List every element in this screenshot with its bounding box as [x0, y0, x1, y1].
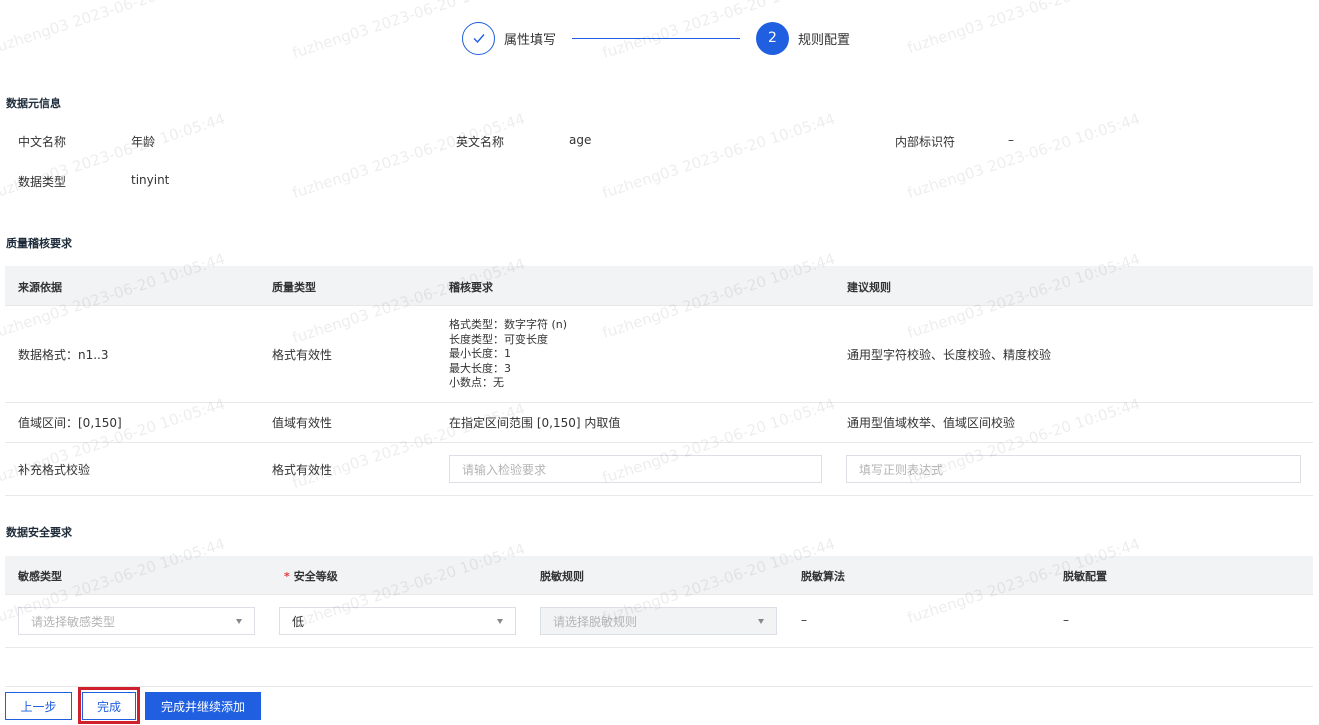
security-col-mask-algorithm: 脱敏算法	[801, 570, 845, 583]
security-col-level: * 安全等级	[284, 568, 338, 584]
watermark: fuzheng03 2023-06-20 10:05:44	[0, 0, 228, 58]
step-1-circle	[462, 21, 495, 55]
quality-section-title: 质量稽核要求	[6, 237, 72, 250]
quality-table-header	[5, 266, 1313, 305]
security-level-value: 低	[292, 614, 305, 629]
internal-id-label: 内部标识符	[895, 135, 956, 149]
security-col-mask-rule: 脱敏规则	[540, 570, 584, 583]
divider	[5, 402, 1313, 403]
step-2-label: 规则配置	[798, 32, 851, 48]
mask-config-value: –	[1063, 613, 1069, 627]
row-suggested: 通用型字符校验、长度校验、精度校验	[847, 348, 1052, 362]
security-level-select[interactable]: 低	[279, 607, 516, 635]
row-type: 值域有效性	[272, 416, 333, 430]
step-2-circle: 2	[756, 21, 790, 55]
divider	[5, 305, 1313, 306]
divider	[5, 594, 1313, 595]
row-type: 格式有效性	[272, 463, 333, 477]
highlight-annotation	[78, 687, 140, 724]
check-icon	[473, 34, 485, 44]
cn-name-value: 年龄	[131, 135, 156, 149]
row-source: 补充格式校验	[18, 463, 91, 477]
step-1-label: 属性填写	[504, 32, 557, 48]
data-type-label: 数据类型	[18, 175, 67, 189]
regex-input[interactable]: 填写正则表达式	[846, 455, 1301, 483]
security-section-title: 数据安全要求	[6, 526, 72, 539]
requirement-line: 最大长度：3	[449, 361, 511, 375]
watermark: fuzheng03 2023-06-20 10:05:44	[600, 109, 838, 203]
requirement-line: 长度类型：可变长度	[449, 332, 548, 346]
row-source: 值域区间：[0,150]	[18, 416, 122, 430]
requirement-line: 最小长度：1	[449, 347, 511, 360]
finish-continue-button[interactable]: 完成并继续添加	[145, 692, 261, 720]
divider	[5, 442, 1313, 443]
step-connector	[572, 37, 741, 39]
step-indicator: 属性填写 2 规则配置	[462, 21, 850, 55]
divider	[5, 495, 1313, 496]
caret-down-icon	[497, 619, 503, 624]
watermark: fuzheng03 2023-06-20 10:05:44	[905, 0, 1143, 58]
row-requirement: 在指定区间范围 [0,150] 内取值	[449, 416, 621, 430]
internal-id-value: –	[1008, 133, 1014, 147]
row-requirement: 格式类型：数字字符 (n) 长度类型：可变长度 最小长度：1 最大长度：3 小数…	[449, 318, 567, 391]
quality-col-requirement: 稽核要求	[449, 281, 493, 294]
security-table-header	[5, 556, 1313, 594]
quality-col-source: 来源依据	[18, 281, 62, 294]
requirement-line: 小数点：无	[449, 376, 504, 389]
quality-col-type: 质量类型	[272, 281, 316, 294]
quality-col-suggested: 建议规则	[847, 281, 891, 294]
row-source: 数据格式：n1..3	[18, 348, 109, 362]
cn-name-label: 中文名称	[18, 135, 67, 149]
caret-down-icon	[236, 619, 242, 624]
metadata-section-title: 数据元信息	[6, 97, 61, 110]
watermark: fuzheng03 2023-06-20 10:05:44	[905, 109, 1143, 203]
sensitive-type-placeholder: 请选择敏感类型	[31, 614, 116, 629]
security-col-sensitive-type: 敏感类型	[18, 570, 62, 583]
en-name-label: 英文名称	[456, 135, 505, 149]
watermark: fuzheng03 2023-06-20 10:05:44	[290, 109, 528, 203]
en-name-value: age	[569, 133, 592, 147]
row-suggested: 通用型值域枚举、值域区间校验	[847, 416, 1016, 430]
check-requirement-input[interactable]: 请输入检验要求	[449, 455, 822, 483]
mask-rule-select[interactable]: 请选择脱敏规则	[540, 607, 777, 635]
prev-step-button[interactable]: 上一步	[5, 692, 72, 720]
sensitive-type-select[interactable]: 请选择敏感类型	[18, 607, 255, 635]
requirement-line: 格式类型：数字字符 (n)	[449, 318, 568, 331]
caret-down-icon	[758, 619, 764, 624]
data-type-value: tinyint	[131, 173, 170, 187]
security-level-label: 安全等级	[293, 570, 338, 583]
mask-rule-placeholder: 请选择脱敏规则	[553, 614, 638, 629]
security-col-mask-config: 脱敏配置	[1063, 570, 1107, 583]
row-type: 格式有效性	[272, 348, 333, 362]
divider	[5, 647, 1313, 648]
required-mark: *	[284, 570, 290, 583]
mask-algorithm-value: –	[801, 613, 807, 627]
footer-divider	[5, 686, 1313, 687]
